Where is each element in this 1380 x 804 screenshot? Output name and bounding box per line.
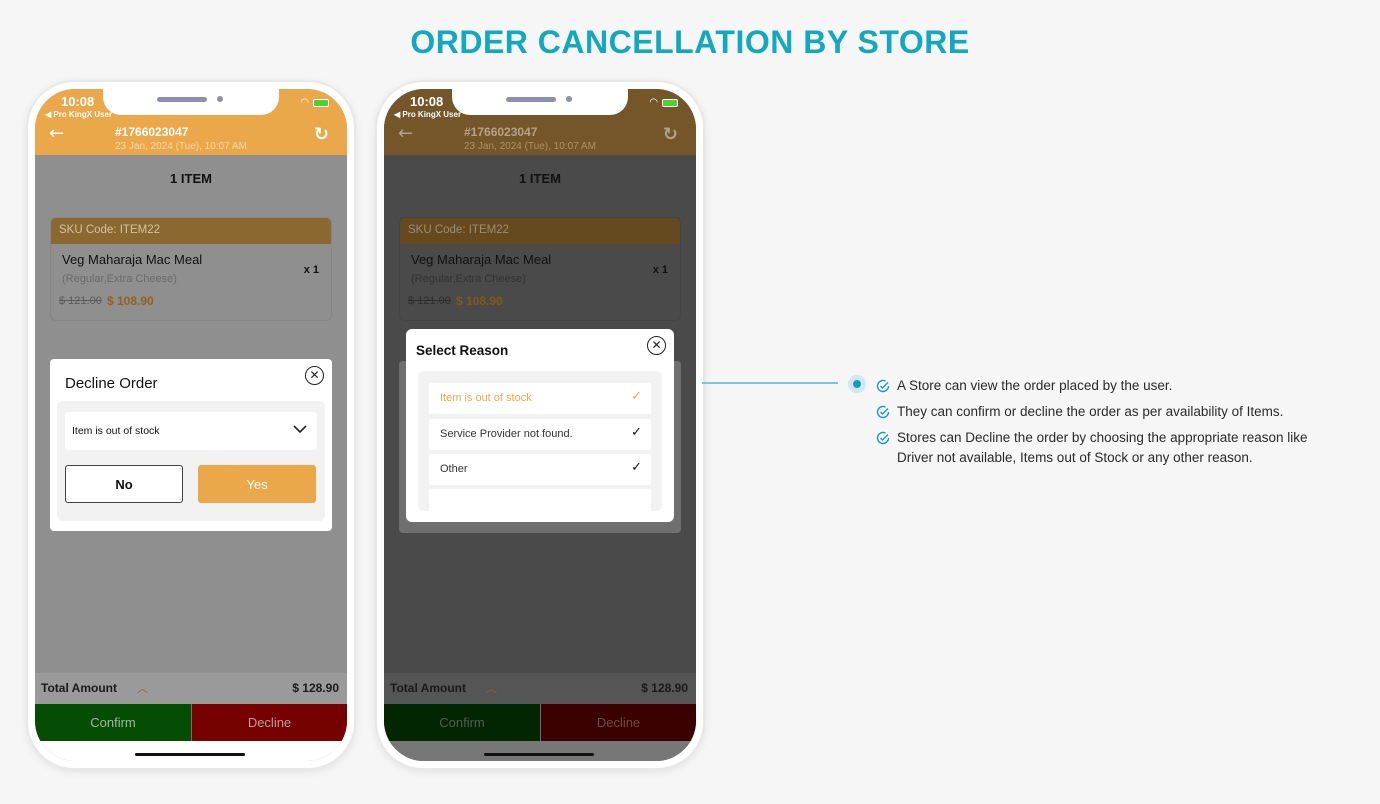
reason-label: Other	[440, 463, 468, 475]
item-quantity: x 1	[303, 264, 319, 276]
reason-option[interactable]: Other ✓	[429, 454, 651, 485]
reason-label: Item is out of stock	[440, 392, 532, 404]
feature-text: They can confirm or decline the order as…	[897, 404, 1284, 419]
connector-line	[702, 382, 838, 384]
speaker	[157, 97, 207, 102]
refresh-icon[interactable]: ↻	[663, 126, 678, 144]
sku-code: SKU Code: ITEM22	[51, 218, 331, 244]
speaker	[506, 97, 556, 102]
reason-option[interactable]: Item is out of stock ✓	[429, 383, 651, 414]
modal-title: Decline Order	[65, 375, 158, 392]
status-time: 10:08	[61, 94, 95, 109]
order-number: #1766023047	[464, 125, 538, 139]
camera	[566, 96, 572, 102]
camera	[217, 96, 223, 102]
discounted-price: $ 108.90	[107, 294, 154, 308]
back-to-app-link[interactable]: ◀ Pro KingX User	[45, 110, 112, 119]
feature-text: Stores can Decline the order by choosing…	[897, 430, 1308, 465]
close-icon[interactable]: ✕	[305, 366, 324, 385]
modal-body: Item is out of stock No Yes	[57, 401, 325, 521]
item-options: (Regular,Extra Cheese)	[411, 273, 526, 285]
decline-order-modal: Decline Order ✕ Item is out of stock No …	[50, 359, 332, 531]
item-quantity: x 1	[652, 264, 668, 276]
back-arrow-icon[interactable]: ←	[398, 125, 413, 143]
feature-list: A Store can view the order placed by the…	[876, 376, 1346, 474]
feature-item: A Store can view the order placed by the…	[876, 376, 1346, 396]
total-value: $ 128.90	[292, 681, 339, 695]
reason-option-partial[interactable]	[429, 489, 651, 511]
phone-notch	[103, 89, 279, 115]
home-indicator-area	[384, 741, 696, 761]
item-name: Veg Maharaja Mac Meal	[62, 252, 203, 267]
item-count: 1 ITEM	[519, 171, 561, 186]
phone-select-reason: 10:08 ◀ Pro KingX User ◠ ← #1766023047 2…	[377, 82, 703, 768]
check-icon: ✓	[631, 425, 642, 440]
item-options: (Regular,Extra Cheese)	[62, 273, 177, 285]
check-circle-icon	[876, 431, 890, 445]
page-title: ORDER CANCELLATION BY STORE	[410, 24, 970, 60]
confirm-button[interactable]: Confirm	[384, 704, 540, 741]
feature-item: They can confirm or decline the order as…	[876, 402, 1346, 422]
battery-icon	[662, 98, 678, 107]
reason-option[interactable]: Service Provider not found. ✓	[429, 419, 651, 450]
order-number: #1766023047	[115, 125, 189, 139]
total-label: Total Amount	[390, 681, 466, 695]
reason-dropdown[interactable]: Item is out of stock	[65, 412, 317, 450]
order-date: 23 Jan, 2024 (Tue), 10:07 AM	[464, 141, 596, 152]
discounted-price: $ 108.90	[456, 294, 503, 308]
decline-button[interactable]: Decline	[191, 704, 347, 741]
back-to-app-link[interactable]: ◀ Pro KingX User	[394, 110, 461, 119]
order-item-card: SKU Code: ITEM22 Veg Maharaja Mac Meal (…	[50, 217, 332, 321]
reason-label: Service Provider not found.	[440, 428, 573, 440]
status-icons: ◠	[300, 97, 329, 108]
confirm-button[interactable]: Confirm	[35, 704, 191, 741]
close-icon[interactable]: ✕	[647, 336, 666, 355]
item-count: 1 ITEM	[170, 171, 212, 186]
feature-item: Stores can Decline the order by choosing…	[876, 428, 1346, 468]
chevron-up-icon[interactable]: ︿	[137, 680, 148, 696]
annotation-dot-center	[853, 380, 861, 388]
wifi-icon: ◠	[300, 97, 309, 108]
phone-decline-order: 10:08 ◀ Pro KingX User ◠ ← #1766023047 2…	[28, 82, 354, 768]
total-amount-bar[interactable]: Total Amount ︿ $ 128.90	[35, 673, 347, 704]
feature-text: A Store can view the order placed by the…	[897, 378, 1173, 393]
phone-screen: 10:08 ◀ Pro KingX User ◠ ← #1766023047 2…	[384, 89, 696, 761]
order-item-card: SKU Code: ITEM22 Veg Maharaja Mac Meal (…	[399, 217, 681, 321]
phone-screen: 10:08 ◀ Pro KingX User ◠ ← #1766023047 2…	[35, 89, 347, 761]
reason-list[interactable]: Item is out of stock ✓ Service Provider …	[418, 371, 662, 511]
wifi-icon: ◠	[649, 97, 658, 108]
modal-title: Select Reason	[416, 343, 509, 358]
back-arrow-icon[interactable]: ←	[49, 125, 64, 143]
total-value: $ 128.90	[641, 681, 688, 695]
reason-dropdown-value: Item is out of stock	[72, 425, 160, 437]
item-name: Veg Maharaja Mac Meal	[411, 252, 552, 267]
check-circle-icon	[876, 405, 890, 419]
chevron-down-icon	[293, 425, 307, 434]
status-time: 10:08	[410, 94, 444, 109]
no-button[interactable]: No	[65, 465, 183, 503]
status-icons: ◠	[649, 97, 678, 108]
refresh-icon[interactable]: ↻	[314, 126, 329, 144]
total-label: Total Amount	[41, 681, 117, 695]
home-indicator[interactable]	[484, 753, 594, 756]
home-indicator-area	[35, 741, 347, 761]
select-reason-modal: Select Reason ✕ Item is out of stock ✓ S…	[406, 329, 674, 522]
sku-code: SKU Code: ITEM22	[400, 218, 680, 244]
battery-icon	[313, 98, 329, 107]
decline-button[interactable]: Decline	[540, 704, 696, 741]
phone-notch	[452, 89, 628, 115]
order-date: 23 Jan, 2024 (Tue), 10:07 AM	[115, 141, 247, 152]
home-indicator[interactable]	[135, 753, 245, 756]
check-icon: ✓	[631, 460, 642, 475]
original-price: $ 121.00	[408, 295, 451, 307]
check-circle-icon	[876, 379, 890, 393]
yes-button[interactable]: Yes	[198, 465, 316, 503]
original-price: $ 121.00	[59, 295, 102, 307]
total-amount-bar[interactable]: Total Amount ︿ $ 128.90	[384, 673, 696, 704]
chevron-up-icon[interactable]: ︿	[486, 680, 497, 696]
check-icon: ✓	[631, 389, 642, 404]
annotation-dot	[848, 375, 866, 393]
